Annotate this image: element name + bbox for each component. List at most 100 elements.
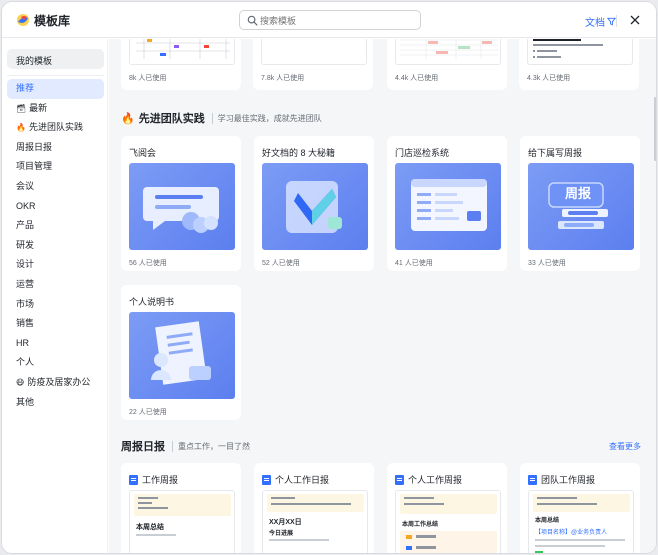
sidebar-item[interactable]: 推荐: [7, 79, 104, 99]
sidebar-item[interactable]: HR: [7, 334, 104, 354]
card-title: 个人说明书: [129, 297, 175, 307]
card-title: 团队工作周报: [541, 475, 596, 485]
close-icon[interactable]: [628, 13, 642, 27]
fire-icon: 🔥: [121, 112, 135, 125]
search-box[interactable]: [239, 10, 421, 30]
header: 模板库 文档: [2, 2, 656, 38]
category-emoji-icon: 🗃: [16, 103, 27, 113]
template-content-area: 8k 人已使用 7.8k 人已使用 4.4k 人已使用 4.3k 人已使用 🔥 …: [109, 39, 656, 553]
doc-icon: [129, 474, 138, 485]
sidebar-item[interactable]: 产品: [7, 216, 104, 236]
content-scrollbar[interactable]: [654, 97, 656, 161]
sidebar-item-label: HR: [16, 337, 29, 348]
sidebar-item-label: 销售: [16, 318, 35, 329]
sidebar-item[interactable]: 运营: [7, 275, 104, 295]
section-header-weekly: 周报日报 重点工作，一目了然: [121, 438, 250, 454]
template-card-store-inspection[interactable]: 门店巡检系统 41 人已使用: [387, 136, 507, 271]
sidebar-item[interactable]: 销售: [7, 314, 104, 334]
sidebar-item[interactable]: 😷 防疫及居家办公: [7, 373, 104, 393]
sidebar-item[interactable]: 周报日报: [7, 138, 104, 158]
sidebar-item-label: 运营: [16, 278, 35, 289]
template-thumbnail: 本周工作总结: [395, 490, 501, 553]
sidebar-item-label: 其他: [16, 396, 35, 407]
card-title: 个人工作日报: [275, 475, 330, 485]
card-title: 给下属写周报: [528, 148, 583, 158]
category-emoji-icon: 🔥: [16, 123, 26, 133]
template-card-daily-report[interactable]: 个人工作日报 XX月XX日 今日进展: [254, 463, 374, 553]
sidebar-item[interactable]: 市场: [7, 295, 104, 315]
see-more-link[interactable]: 查看更多: [609, 441, 641, 452]
sidebar-item-label: 个人: [16, 357, 35, 368]
template-card[interactable]: 7.8k 人已使用: [253, 39, 373, 90]
sidebar-item[interactable]: 会议: [7, 177, 104, 197]
template-card-personal-weekly[interactable]: 个人工作周报 本周工作总结: [387, 463, 507, 553]
sidebar-item[interactable]: 研发: [7, 236, 104, 256]
sidebar-item-label: 项目管理: [16, 161, 53, 172]
section-subtitle: 学习最佳实践，成就先进团队: [211, 112, 322, 124]
sidebar-category-list: 推荐 🗃 最新 🔥 先进团队实践 周报日报 项目管理 会议 OKR 产品 研发 设计 运营 市场 销售 HR 个…: [7, 79, 104, 412]
template-card-weekly-for-reports[interactable]: 给下属写周报 周报 33 人已使用: [520, 136, 640, 271]
card-title: 好文档的 8 大秘籍: [262, 148, 336, 158]
usage-count: 56 人已使用: [129, 260, 167, 267]
sidebar-item[interactable]: 🔥 先进团队实践: [7, 118, 104, 138]
usage-count: 4.3k 人已使用: [527, 75, 571, 82]
template-card-feiyuehui[interactable]: 飞阅会 56 人已使用: [121, 136, 241, 271]
template-library-window: 模板库 文档 我的模板 推荐🗃最新🔥先进团队实践周报日报项目管理会议OKR产品研…: [2, 2, 656, 553]
template-card-team-weekly[interactable]: 团队工作周报 本周总结 【项目名称】@业务负责人: [520, 463, 640, 553]
usage-count: 8k 人已使用: [129, 75, 167, 82]
template-thumbnail: [262, 163, 368, 250]
sidebar-item-label: 设计: [16, 259, 35, 270]
sidebar-item-label: OKR: [16, 200, 36, 211]
doc-filter-button[interactable]: 文档: [585, 14, 616, 29]
card-title: 门店巡检系统: [395, 148, 450, 158]
template-thumbnail: [129, 312, 235, 399]
my-templates-button[interactable]: 我的模板: [7, 49, 104, 69]
sidebar-item[interactable]: OKR: [7, 197, 104, 217]
doc-filter-label: 文档: [585, 18, 605, 29]
search-icon: [247, 15, 258, 26]
template-thumbnail: 周报: [528, 163, 634, 250]
sidebar-item[interactable]: 🗃 最新: [7, 99, 104, 119]
search-input[interactable]: [260, 13, 415, 28]
sidebar-item-label: 研发: [16, 239, 35, 250]
template-card[interactable]: 4.3k 人已使用: [519, 39, 639, 90]
section-title: 周报日报: [121, 441, 165, 453]
sidebar-item-label: 市场: [16, 298, 35, 309]
template-thumbnail: 本周总结 【项目名称】@业务负责人: [528, 490, 634, 553]
template-card-good-docs[interactable]: 好文档的 8 大秘籍 52 人已使用: [254, 136, 374, 271]
filter-icon: [607, 17, 616, 26]
template-thumbnail: 本周总结: [129, 490, 235, 553]
usage-count: 41 人已使用: [395, 260, 433, 267]
template-card[interactable]: 8k 人已使用: [121, 39, 241, 90]
sidebar-item-label: 最新: [29, 102, 48, 113]
sidebar-item-label: 产品: [16, 220, 35, 231]
sidebar-item-label: 防疫及居家办公: [27, 376, 91, 387]
sidebar-item[interactable]: 个人: [7, 353, 104, 373]
template-thumbnail: XX月XX日 今日进展: [262, 490, 368, 553]
sidebar-item[interactable]: 设计: [7, 255, 104, 275]
card-title: 飞阅会: [129, 148, 157, 158]
template-card-personal-manual[interactable]: 个人说明书 22 人已使用: [121, 285, 241, 420]
sidebar-item[interactable]: 项目管理: [7, 157, 104, 177]
template-thumbnail: [261, 39, 367, 65]
thumbnail-label: 周报: [564, 186, 591, 201]
sidebar-item-label: 会议: [16, 180, 35, 191]
usage-count: 22 人已使用: [129, 409, 167, 416]
sidebar-item[interactable]: 其他: [7, 393, 104, 413]
section-title: 先进团队实践: [138, 113, 205, 125]
template-thumbnail: [527, 39, 633, 65]
sidebar-item-label: 推荐: [16, 83, 35, 93]
template-thumbnail: [395, 163, 501, 250]
doc-icon: [528, 474, 537, 485]
header-divider: [616, 15, 617, 27]
sidebar-item-label: 先进团队实践: [28, 122, 83, 133]
card-title: 个人工作周报: [408, 475, 463, 485]
usage-count: 4.4k 人已使用: [395, 75, 439, 82]
template-card[interactable]: 4.4k 人已使用: [387, 39, 507, 90]
template-card-work-weekly[interactable]: 工作周报 本周总结: [121, 463, 241, 553]
template-thumbnail: [395, 39, 501, 65]
section-header-advanced: 🔥 先进团队实践 学习最佳实践，成就先进团队: [121, 110, 322, 126]
usage-count: 33 人已使用: [528, 260, 566, 267]
app-title: 模板库: [34, 14, 71, 28]
usage-count: 52 人已使用: [262, 260, 300, 267]
